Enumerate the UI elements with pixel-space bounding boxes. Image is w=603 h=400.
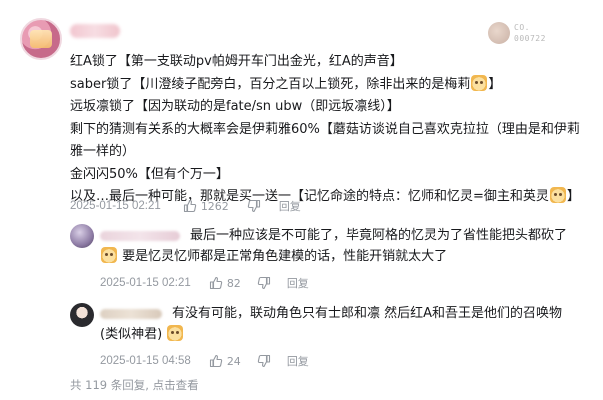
fan-badge: CO. 000722: [488, 20, 578, 46]
like-button[interactable]: 24: [209, 354, 241, 368]
dislike-button[interactable]: [247, 199, 261, 213]
cat-sticker-icon: [167, 325, 184, 341]
reply-meta: 2025-01-15 02:21 82 回复: [100, 275, 309, 291]
like-count: 24: [226, 354, 241, 368]
like-button[interactable]: 82: [209, 276, 241, 290]
thumbs-up-icon: [209, 276, 223, 290]
reply-avatar[interactable]: [70, 224, 94, 248]
reply-body: 最后一种应该是不可能了，毕竟阿格的忆灵为了省性能把头都砍了: [190, 228, 568, 243]
reply-count-text: 共 119 条回复,: [70, 378, 149, 392]
cat-sticker-icon: [471, 74, 488, 91]
thumbs-down-icon: [257, 354, 270, 368]
thumbs-up-icon: [209, 354, 223, 368]
comment-line: 雅一样的）: [70, 144, 136, 159]
comment-line: 剩下的猜测有关系的大概率会是伊莉雅60%【蘑菇访谈说自己喜欢克拉拉（理由是和伊莉: [70, 121, 580, 137]
dislike-button[interactable]: [257, 276, 271, 290]
thumbs-down-icon: [257, 276, 270, 290]
reply-time: 2025-01-15 02:21: [100, 277, 191, 289]
user-avatar[interactable]: [20, 18, 62, 60]
reply-body-line: (类似神君): [100, 324, 184, 347]
comment-line: saber锁了【川澄绫子配旁白，百分之百以上锁死，除非出来的是梅莉】: [70, 74, 502, 92]
reply-button[interactable]: 回复: [279, 198, 301, 214]
cat-sticker-icon: [549, 187, 566, 203]
reply-count-footer: 共 119 条回复, 点击查看: [70, 377, 199, 393]
cat-sticker-icon: [101, 247, 117, 263]
like-button[interactable]: 1262: [183, 199, 229, 213]
reply-meta: 2025-01-15 04:58 24 回复: [100, 353, 309, 369]
reply-body: 有没有可能，联动角色只有士郎和凛 然后红A和吾王是他们的召唤物: [172, 306, 563, 321]
reply-username-blurred[interactable]: [100, 309, 162, 319]
comment-line: 金闪闪50%【但有个万一】: [70, 166, 229, 182]
like-count: 1262: [200, 199, 229, 213]
view-more-link[interactable]: 点击查看: [153, 378, 199, 392]
username-blurred[interactable]: [70, 24, 120, 38]
dislike-button[interactable]: [257, 354, 271, 368]
thumbs-down-icon: [247, 199, 260, 213]
badge-number: CO. 000722: [514, 23, 546, 43]
reply-avatar[interactable]: [70, 303, 94, 327]
badge-avatar-icon: [488, 22, 510, 44]
thumbs-up-icon: [183, 199, 197, 213]
comment-line: 远坂凛锁了【因为联动的是fate/sn ubw（即远坂凛线）】: [70, 99, 400, 114]
comment-body: 红A锁了【第一支联动pv帕姆开车门出金光，红A的声音】 saber锁了【川澄绫子…: [70, 51, 580, 209]
reply-button[interactable]: 回复: [287, 353, 309, 369]
reply-time: 2025-01-15 04:58: [100, 355, 191, 367]
reply-body-line: 要是忆灵忆师都是正常角色建模的话，性能开销就太大了: [100, 246, 447, 269]
like-count: 82: [226, 276, 241, 290]
comment-line: 红A锁了【第一支联动pv帕姆开车门出金光，红A的声音】: [70, 54, 403, 69]
comment-time: 2025-01-15 02:21: [70, 200, 161, 212]
reply-username-blurred[interactable]: [100, 231, 180, 241]
comment-meta: 2025-01-15 02:21 1262 回复: [70, 198, 301, 214]
reply-button[interactable]: 回复: [287, 275, 309, 291]
